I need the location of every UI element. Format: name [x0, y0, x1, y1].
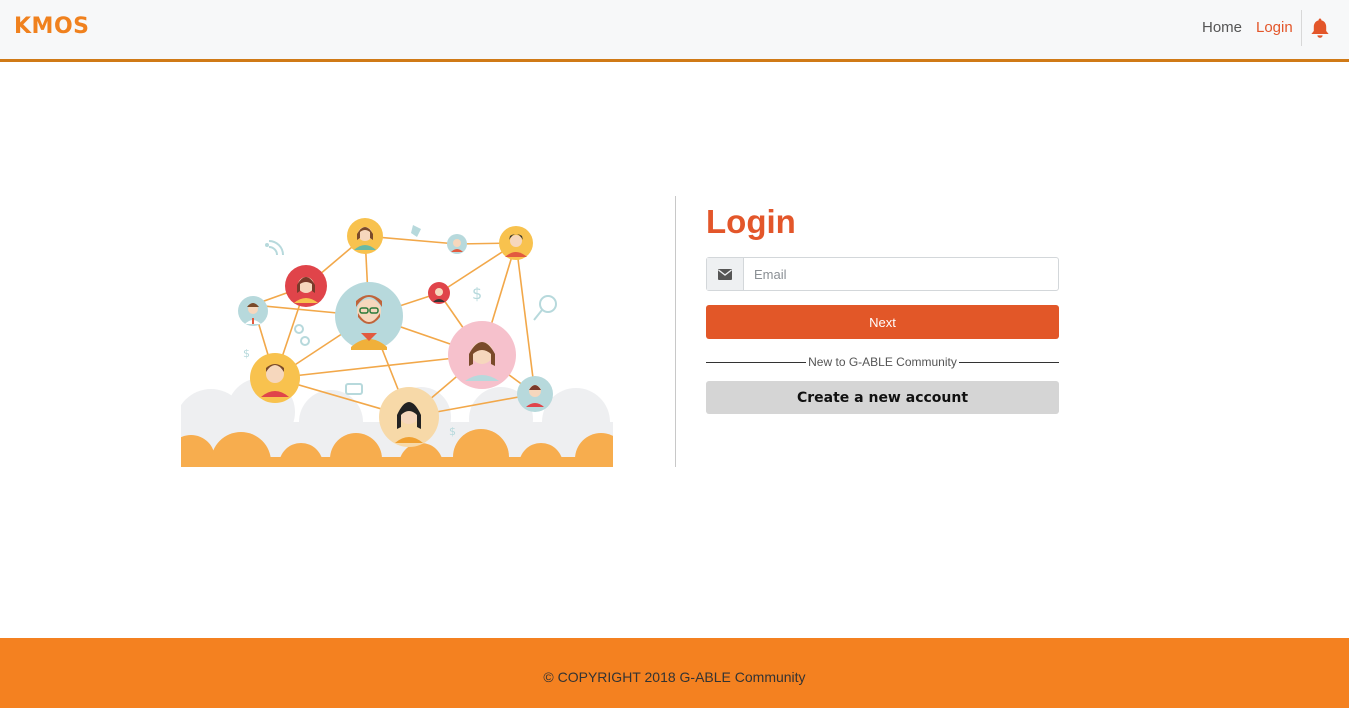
separator: New to G-ABLE Community [706, 354, 1059, 370]
svg-text:$: $ [449, 425, 456, 438]
top-navbar: KMOS Home Login [0, 0, 1349, 62]
login-title: Login [706, 203, 796, 240]
email-input-group [706, 257, 1059, 291]
bell-icon[interactable] [1310, 17, 1330, 39]
envelope-icon [707, 258, 744, 290]
svg-text:$: $ [472, 284, 482, 303]
create-account-button[interactable]: Create a new account [706, 381, 1059, 414]
footer: © COPYRIGHT 2018 G-ABLE Community [0, 638, 1349, 708]
community-network-illustration: $ $ $ [167, 207, 627, 492]
next-button[interactable]: Next [706, 305, 1059, 339]
nav-link-home[interactable]: Home [1202, 19, 1242, 36]
nav-link-login[interactable]: Login [1256, 19, 1293, 36]
separator-line-right [959, 362, 1059, 363]
vertical-divider [675, 196, 676, 467]
svg-text:$: $ [243, 347, 250, 360]
email-field[interactable] [744, 258, 1058, 290]
nav-divider [1301, 10, 1302, 46]
copyright-text: © COPYRIGHT 2018 G-ABLE Community [543, 669, 806, 685]
brand-logo[interactable]: KMOS [14, 14, 90, 39]
